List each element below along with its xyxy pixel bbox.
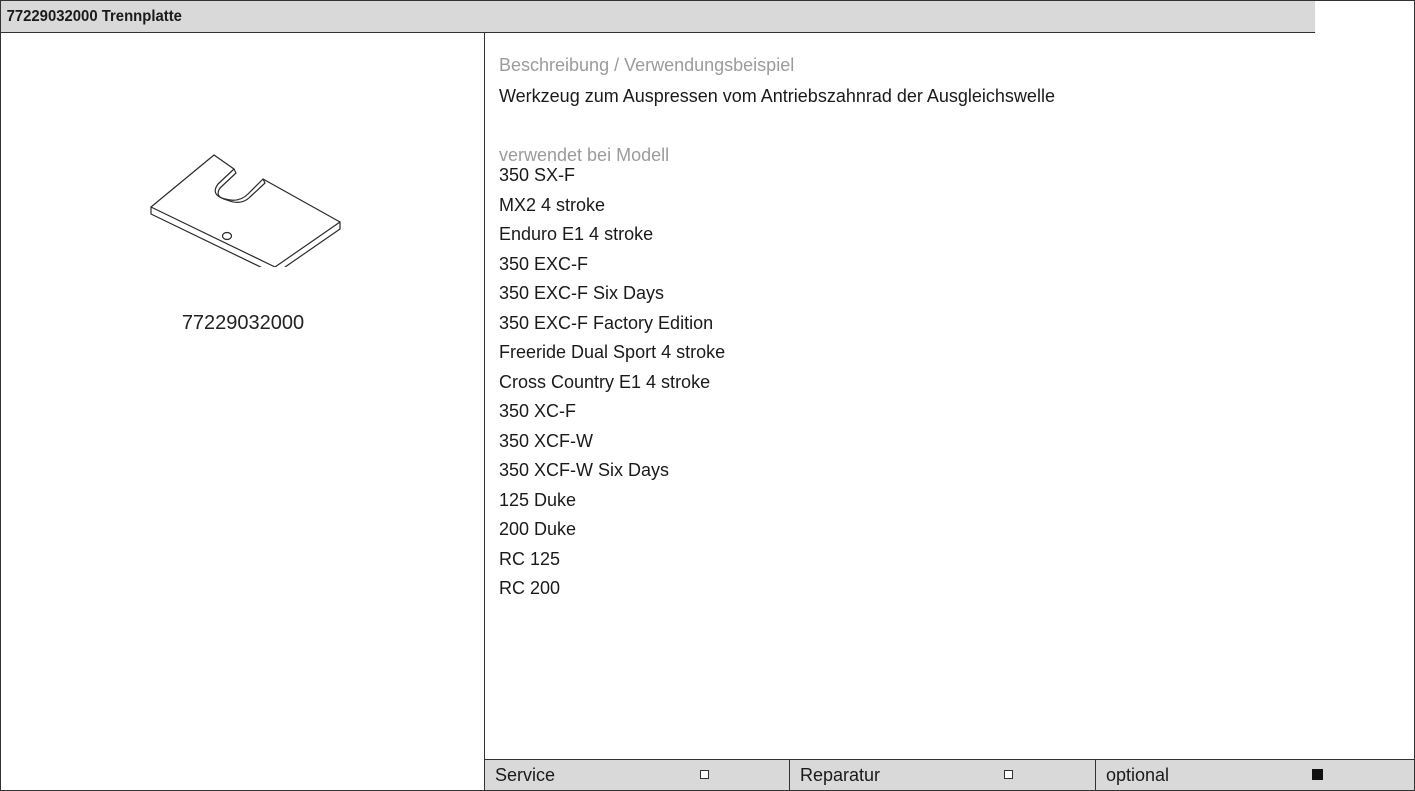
reparatur-label: Reparatur xyxy=(800,765,881,785)
details-panel: Beschreibung / Verwendungsbeispiel Werkz… xyxy=(485,33,1414,790)
optional-checkbox xyxy=(1312,769,1323,780)
list-item: RC 200 xyxy=(499,578,561,598)
part-number: 77229032000 xyxy=(181,312,305,334)
usage-footer: Service Reparatur optional xyxy=(485,759,1414,790)
page-title: 77229032000 Trennplatte xyxy=(1,1,1316,33)
list-item: RC 125 xyxy=(499,548,561,569)
list-item: MX2 4 stroke xyxy=(499,194,606,215)
list-item: 350 EXC-F Factory Edition xyxy=(499,312,714,333)
list-item: Freeride Dual Sport 4 stroke xyxy=(499,342,726,362)
optional-label: optional xyxy=(1106,765,1170,785)
reparatur-cell: Reparatur xyxy=(790,760,1096,790)
image-panel: 77229032000 xyxy=(1,33,485,790)
list-item: 350 SX-F xyxy=(499,165,576,185)
list-item: 350 EXC-F xyxy=(499,253,589,274)
service-checkbox xyxy=(700,770,709,779)
service-cell: Service xyxy=(485,760,790,790)
list-item: 350 EXC-F Six Days xyxy=(499,283,665,303)
separator-plate-icon xyxy=(150,154,341,267)
list-item: 350 XCF-W xyxy=(499,430,594,451)
model-list: 350 SX-F MX2 4 stroke Enduro E1 4 stroke… xyxy=(499,161,725,604)
description-text: Werkzeug zum Auspressen vom Antriebszahn… xyxy=(499,86,1055,106)
list-item: 125 Duke xyxy=(499,489,577,510)
list-item: 350 XCF-W Six Days xyxy=(499,460,670,480)
description-label: Beschreibung / Verwendungsbeispiel xyxy=(499,55,795,75)
optional-cell: optional xyxy=(1096,760,1414,790)
tool-sheet: 77229032000 Trennplatte 77229032000 Besc… xyxy=(0,0,1415,791)
list-item: 350 XC-F xyxy=(499,401,577,421)
list-item: 200 Duke xyxy=(499,519,577,539)
reparatur-checkbox xyxy=(1004,770,1013,779)
service-label: Service xyxy=(495,765,556,785)
list-item: Enduro E1 4 stroke xyxy=(499,224,654,244)
list-item: Cross Country E1 4 stroke xyxy=(499,371,711,392)
